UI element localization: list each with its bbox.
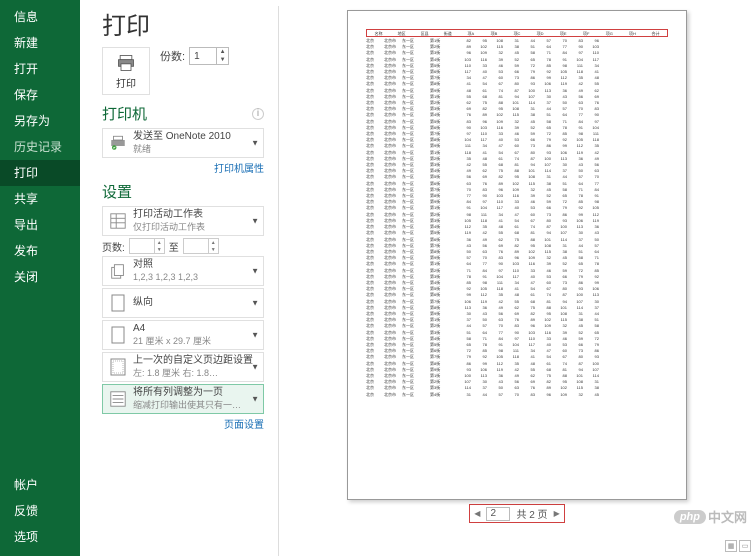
zoom-to-page-icon[interactable]: ▭ [739,540,751,552]
sidebar-item[interactable]: 帐户 [0,472,80,498]
page-icon [107,324,129,346]
print-preview-area: 名称地区区县街道项A项B项C项D项E项F项G项H合计 北京北京市东一区第1街82… [279,0,755,556]
preview-table: 北京北京市东一区第1街8295108314457708396北京北京市东一区第2… [366,38,668,398]
backstage-sidebar: 信息新建打开保存另存为历史记录打印共享导出发布关闭 帐户反馈选项 [0,0,80,556]
sidebar-item[interactable]: 共享 [0,186,80,212]
scale-icon [107,388,129,410]
chevron-down-icon: ▼ [251,139,259,148]
print-button[interactable]: 打印 [102,47,150,95]
sidebar-item[interactable]: 历史记录 [0,134,80,160]
watermark: php 中文网 [674,507,747,526]
current-page-field[interactable]: 2 [486,507,510,521]
margins-select[interactable]: 上一次的自定义页边距设置左: 1.8 厘米 右: 1.8… ▼ [102,352,264,382]
scaling-select[interactable]: 将所有列调整为一页缩减打印输出使其只有一… ▼ [102,384,264,414]
margins-icon [107,356,129,378]
total-pages-label: 共 2 页 [516,506,547,521]
next-page-button[interactable]: ▶ [554,509,560,518]
sidebar-item[interactable]: 选项 [0,524,80,550]
printer-select[interactable]: 发送至 OneNote 2010 就绪 ▼ [102,128,264,158]
preview-page: 名称地区区县街道项A项B项C项D项E项F项G项H合计 北京北京市东一区第1街82… [347,10,687,500]
settings-heading: 设置 [102,181,132,202]
sidebar-item[interactable]: 保存 [0,82,80,108]
info-icon[interactable]: i [252,108,264,120]
sidebar-item[interactable]: 信息 [0,4,80,30]
sidebar-item[interactable]: 另存为 [0,108,80,134]
sheet-icon [107,210,129,232]
show-margins-icon[interactable]: ▦ [725,540,737,552]
printer-icon [115,53,137,73]
printer-heading: 打印机 [102,103,147,124]
sidebar-item[interactable]: 打印 [0,160,80,186]
copies-label: 份数: [160,48,185,64]
collate-select[interactable]: 对照1,2,3 1,2,3 1,2,3 ▼ [102,256,264,286]
sidebar-item[interactable]: 关闭 [0,264,80,290]
prev-page-button[interactable]: ◀ [474,509,480,518]
page-title: 打印 [102,6,264,41]
sidebar-item[interactable]: 反馈 [0,498,80,524]
pages-to-field[interactable]: ▲▼ [183,238,219,254]
printer-device-icon [107,132,129,154]
print-settings-panel: 打印 打印 份数: 1 ▲▼ 打印机 i 发送至 OneNote [80,0,272,556]
paper-size-select[interactable]: A421 厘米 x 29.7 厘米 ▼ [102,320,264,350]
portrait-icon [107,292,129,314]
sidebar-item[interactable]: 新建 [0,30,80,56]
sidebar-item[interactable]: 打开 [0,56,80,82]
preview-header-row: 名称地区区县街道项A项B项C项D项E项F项G项H合计 [366,29,668,37]
sidebar-item[interactable]: 导出 [0,212,80,238]
page-navigator: ◀ 2 共 2 页 ▶ [469,504,564,523]
orientation-select[interactable]: 纵向 ▼ [102,288,264,318]
pages-from-field[interactable]: ▲▼ [129,238,165,254]
collate-icon [107,260,129,282]
page-setup-link[interactable]: 页面设置 [102,416,264,431]
printer-properties-link[interactable]: 打印机属性 [102,160,264,175]
pages-label: 页数: [102,239,125,254]
print-area-select[interactable]: 打印活动工作表仅打印活动工作表 ▼ [102,206,264,236]
copies-spinner[interactable]: 1 ▲▼ [189,47,229,65]
sidebar-item[interactable]: 发布 [0,238,80,264]
